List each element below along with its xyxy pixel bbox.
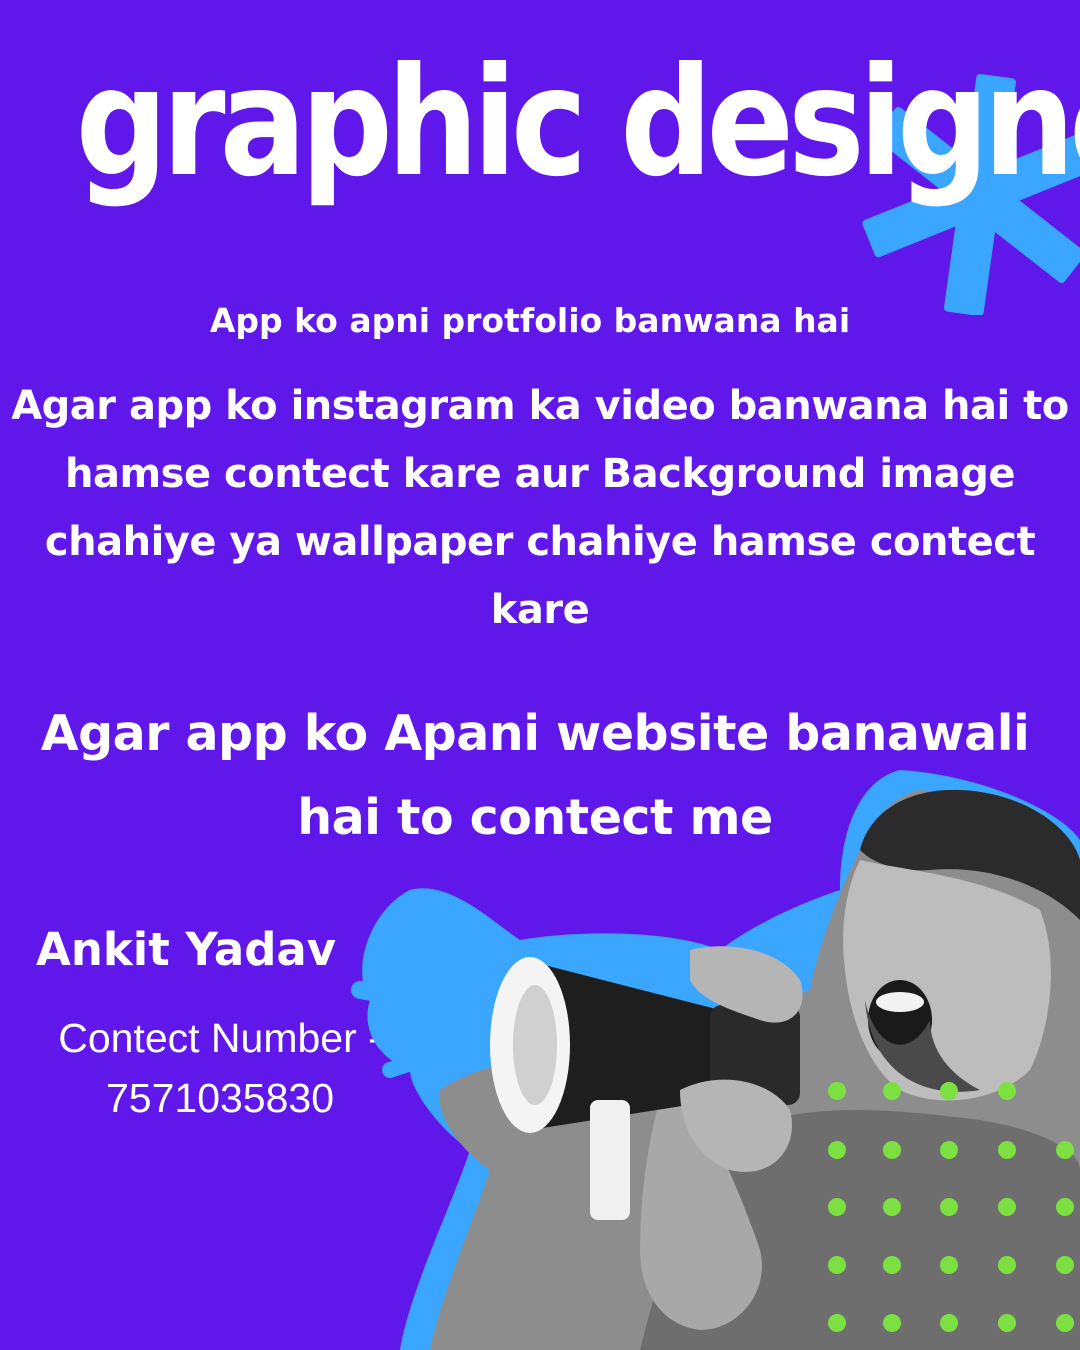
page-title: graphic designer: [75, 36, 1080, 210]
contact-label: Contect Number -: [58, 1015, 382, 1061]
poster: graphic designer App ko apni protfolio b…: [0, 0, 1080, 1350]
contact-number: 7571035830: [105, 1075, 335, 1121]
portfolio-line: App ko apni protfolio banwana hai: [209, 301, 851, 340]
megaphone-man-illustration: [351, 770, 1080, 1350]
instagram-paragraph: Agar app ko instagram ka video banwana h…: [11, 383, 1069, 633]
